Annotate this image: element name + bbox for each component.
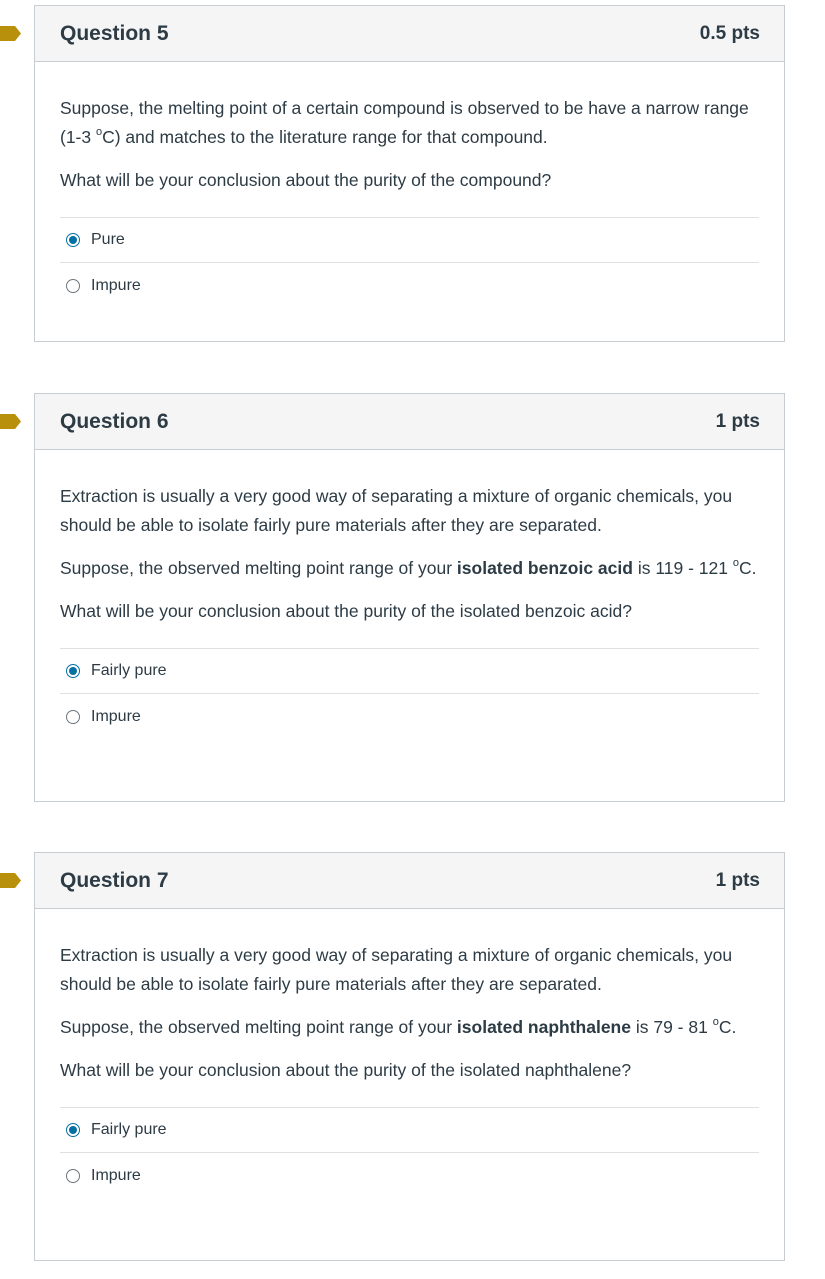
question-paragraph: Suppose, the observed melting point rang… [60,554,759,583]
radio-selected-icon[interactable] [66,664,80,678]
paragraph-text: is 79 - 81 [630,1017,713,1037]
paragraph-text: What will be your conclusion about the p… [60,1060,632,1080]
question-text: Extraction is usually a very good way of… [60,941,759,1085]
question-body: Extraction is usually a very good way of… [35,450,784,739]
bold-text: isolated naphthalene [456,1017,631,1037]
radio-unselected-icon[interactable] [66,1168,80,1183]
paragraph-text: Extraction is usually a very good way of… [60,486,733,535]
answer-list: Fairly pure Impure [60,648,759,739]
paragraph-text: What will be your conclusion about the p… [60,170,552,190]
question-title: Question 7 [60,868,169,892]
radio-selected-icon[interactable] [66,233,80,247]
paragraph-text: What will be your conclusion about the p… [60,601,632,621]
paragraph-text: C. [718,1017,737,1037]
question-paragraph: Extraction is usually a very good way of… [60,482,759,540]
answer-label[interactable]: Fairly pure [91,662,167,680]
paragraph-text: is 119 - 121 [632,558,733,578]
paragraph-text: Suppose, the observed melting point rang… [60,1017,457,1037]
question-paragraph: What will be your conclusion about the p… [60,166,759,195]
question-header: Question 7 1 pts [35,853,784,909]
question-text: Extraction is usually a very good way of… [60,482,759,626]
radio-selected-icon[interactable] [66,1123,80,1137]
bold-text: isolated benzoic acid [456,558,633,578]
radio-unselected-icon[interactable] [66,278,80,293]
bookmark-flag-icon[interactable] [0,413,22,430]
question-card: Question 7 1 pts Extraction is usually a… [34,852,785,1261]
bookmark-flag-icon[interactable] [0,872,22,889]
degree-sup: o [712,1016,719,1029]
paragraph-text: C. [738,558,757,578]
question-title: Question 6 [60,409,169,433]
bookmark-flag-icon[interactable] [0,25,22,42]
question-card: Question 6 1 pts Extraction is usually a… [34,393,785,802]
question-body: Extraction is usually a very good way of… [35,909,784,1198]
question-paragraph: What will be your conclusion about the p… [60,1056,759,1085]
answer-list: Fairly pure Impure [60,1107,759,1198]
answer-list: Pure Impure [60,217,759,308]
answer-option-pure[interactable]: Pure [60,218,759,263]
paragraph-text: Extraction is usually a very good way of… [60,945,733,994]
question-header: Question 6 1 pts [35,394,784,450]
answer-option-impure[interactable]: Impure [60,1153,759,1198]
question-paragraph: Suppose, the melting point of a certain … [60,94,759,152]
answer-label[interactable]: Impure [91,708,141,726]
answer-label[interactable]: Impure [91,1167,141,1185]
question-card: Question 5 0.5 pts Suppose, the melting … [34,5,785,342]
paragraph-text: C) and matches to the literature range f… [102,127,548,147]
answer-label[interactable]: Impure [91,277,141,295]
paragraph-text: Suppose, the observed melting point rang… [60,558,457,578]
question-paragraph: Extraction is usually a very good way of… [60,941,759,999]
answer-option-fairly-pure[interactable]: Fairly pure [60,1108,759,1153]
question-paragraph: Suppose, the observed melting point rang… [60,1013,759,1042]
radio-unselected-icon[interactable] [66,709,80,724]
answer-label[interactable]: Fairly pure [91,1121,167,1139]
answer-option-impure[interactable]: Impure [60,694,759,739]
question-text: Suppose, the melting point of a certain … [60,94,759,195]
question-points: 0.5 pts [699,22,760,44]
question-points: 1 pts [715,869,760,891]
answer-option-fairly-pure[interactable]: Fairly pure [60,649,759,694]
question-points: 1 pts [715,410,760,432]
degree-sup: o [732,557,739,570]
answer-label[interactable]: Pure [91,231,125,249]
degree-sup: o [95,126,103,139]
question-body: Suppose, the melting point of a certain … [35,62,784,308]
question-title: Question 5 [60,21,169,45]
question-header: Question 5 0.5 pts [35,6,784,62]
question-paragraph: What will be your conclusion about the p… [60,597,759,626]
answer-option-impure[interactable]: Impure [60,263,759,308]
